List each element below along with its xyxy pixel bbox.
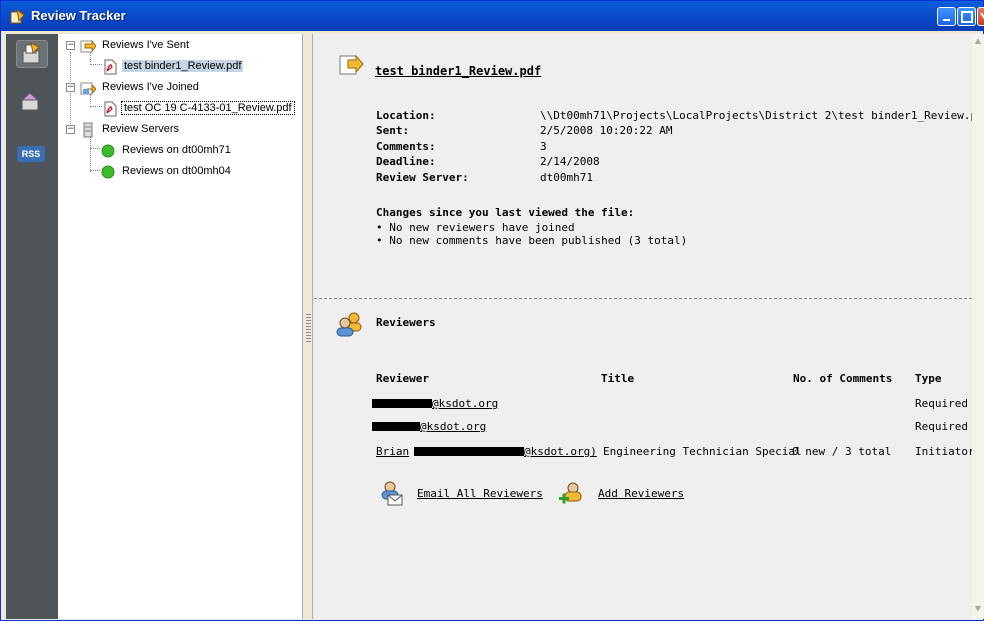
reviewer-email-link[interactable]: @ksdot.org xyxy=(420,420,486,433)
review-server-value: dt00mh71 xyxy=(540,171,593,184)
reviews-sent-folder-icon xyxy=(80,39,96,53)
sent-value: 2/5/2008 10:20:22 AM xyxy=(540,124,673,137)
server-icon xyxy=(83,122,93,138)
window-title: Review Tracker xyxy=(31,8,126,23)
collapse-joined-toggle[interactable]: − xyxy=(66,83,75,92)
reviewer-type: Initiator xyxy=(915,445,975,458)
redaction xyxy=(372,399,432,408)
panel-splitter[interactable] xyxy=(304,34,313,619)
reviewer-email-link[interactable]: @ksdot.org xyxy=(432,397,498,410)
reviews-joined-folder-icon xyxy=(80,82,96,95)
minimize-button[interactable] xyxy=(937,7,956,26)
change-item: • No new reviewers have joined xyxy=(376,221,575,234)
maximize-icon xyxy=(961,11,973,23)
changes-heading: Changes since you last viewed the file: xyxy=(376,206,635,219)
reviewer-type: Required xyxy=(915,397,968,410)
splitter-grip-icon[interactable] xyxy=(306,314,311,342)
comments-value: 3 xyxy=(540,140,547,153)
close-icon xyxy=(980,12,984,20)
reviewers-icon xyxy=(336,312,362,337)
review-tree-panel: − Reviews I've Sent test binder1_Review.… xyxy=(58,34,303,619)
server-status-green-icon xyxy=(101,165,115,179)
file-title-link[interactable]: test binder1_Review.pdf xyxy=(375,64,541,78)
rss-nav-button[interactable]: RSS xyxy=(17,146,45,162)
column-header-type: Type xyxy=(915,372,942,385)
collapse-servers-toggle[interactable]: − xyxy=(66,125,75,134)
section-divider xyxy=(314,298,972,299)
column-header-reviewer: Reviewer xyxy=(376,372,429,385)
sent-label: Sent: xyxy=(376,124,410,137)
review-tracker-window: Review Tracker RSS − Reviews I've Sent t… xyxy=(0,0,984,621)
close-button[interactable] xyxy=(977,7,984,26)
minimize-icon xyxy=(943,19,950,21)
reviewer-comment-count: 0 new / 3 total xyxy=(792,445,892,458)
tree-item-label: Review Servers xyxy=(102,123,180,135)
redaction xyxy=(372,422,420,431)
joined-reviews-nav[interactable] xyxy=(16,88,48,116)
column-header-comments: No. of Comments xyxy=(793,372,893,385)
reviewer-email-link[interactable]: @ksdot.org) xyxy=(524,445,597,458)
sent-reviews-nav[interactable] xyxy=(16,40,48,68)
location-value: \\Dt00mh71\Projects\LocalProjects\Distri… xyxy=(540,109,984,122)
add-reviewers-icon[interactable] xyxy=(557,480,585,508)
deadline-label: Deadline: xyxy=(376,155,436,168)
tree-item-label: Reviews I've Joined xyxy=(102,81,199,93)
redaction xyxy=(414,447,524,456)
tree-item-label: Reviews I've Sent xyxy=(102,39,190,51)
tree-item-label: Reviews on dt00mh71 xyxy=(122,144,231,156)
sent-review-file-icon xyxy=(339,54,364,75)
collapse-sent-toggle[interactable]: − xyxy=(66,41,75,50)
review-server-label: Review Server: xyxy=(376,171,469,184)
reviewer-name-link[interactable]: Brian xyxy=(376,445,409,458)
deadline-value: 2/14/2008 xyxy=(540,155,600,168)
add-reviewers-link[interactable]: Add Reviewers xyxy=(598,487,684,500)
tree-item-label: Reviews on dt00mh04 xyxy=(122,165,231,177)
reviewer-title: Engineering Technician Special xyxy=(603,445,802,458)
navigation-icon-bar: RSS xyxy=(6,34,58,619)
pdf-file-icon xyxy=(104,59,117,75)
tree-item-label: test OC 19 C-4133-01_Review.pdf xyxy=(121,101,295,115)
column-header-title: Title xyxy=(601,372,635,385)
email-reviewers-icon[interactable] xyxy=(377,480,405,506)
tree-item-label: test binder1_Review.pdf xyxy=(122,60,244,72)
title-bar[interactable]: Review Tracker xyxy=(1,1,984,31)
vertical-scrollbar[interactable]: ▲ ▼ xyxy=(972,34,984,619)
reviewers-heading: Reviewers xyxy=(376,316,436,329)
tracker-joined-icon xyxy=(20,92,40,111)
comments-label: Comments: xyxy=(376,140,436,153)
pdf-file-icon xyxy=(104,101,117,117)
reviewer-type: Required xyxy=(915,420,968,433)
scroll-down-icon[interactable]: ▼ xyxy=(973,604,983,616)
location-label: Location: xyxy=(376,109,436,122)
review-tracker-icon xyxy=(10,9,25,24)
maximize-button[interactable] xyxy=(957,7,976,26)
email-all-reviewers-link[interactable]: Email All Reviewers xyxy=(417,487,543,500)
review-details-panel: test binder1_Review.pdf Location: \\Dt00… xyxy=(314,34,984,619)
change-item: • No new comments have been published (3… xyxy=(376,234,688,247)
tracker-sent-icon xyxy=(22,42,40,64)
server-status-green-icon xyxy=(101,144,115,158)
scroll-up-icon[interactable]: ▲ xyxy=(973,36,983,48)
